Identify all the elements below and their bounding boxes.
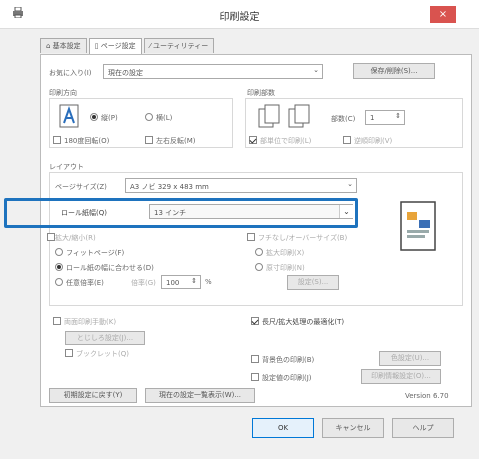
- portrait-page-icon: [59, 104, 79, 128]
- expand-label: 拡大印刷(X): [266, 249, 305, 257]
- spinner-icon: ⇕: [191, 277, 197, 285]
- booklet-checkbox[interactable]: [65, 349, 73, 357]
- title-bar: 印刷設定 ×: [0, 0, 479, 29]
- portrait-label: 縦(P): [101, 114, 118, 122]
- job-info-settings-button[interactable]: 印刷情報設定(O)...: [361, 369, 441, 384]
- expand-radio[interactable]: [255, 248, 263, 256]
- copies-title: 印刷部数: [247, 89, 275, 97]
- collate-label: 部単位で印刷(L): [260, 137, 312, 145]
- borderless-checkbox[interactable]: [247, 233, 255, 241]
- oversize-optimize-label: 長尺/拡大処理の最適化(T): [262, 318, 345, 326]
- job-settings-label: 設定値の印刷(J): [262, 374, 312, 382]
- fit-page-radio[interactable]: [55, 248, 63, 256]
- roll-width-highlight: [4, 198, 358, 228]
- job-settings-checkbox[interactable]: [251, 373, 259, 381]
- borderless-settings-button[interactable]: 設定(S)...: [287, 275, 339, 290]
- custom-scale-radio[interactable]: [55, 278, 63, 286]
- enlarge-reduce-label: 拡大/縮小(R): [55, 234, 96, 242]
- borderless-label: フチなし/オーバーサイズ(B): [258, 234, 348, 242]
- scale-label: 倍率(G): [131, 279, 156, 287]
- fit-roll-radio[interactable]: [55, 263, 63, 271]
- tab-basic[interactable]: ⌂ 基本設定: [40, 38, 87, 53]
- double-sided-label: 両面印刷手動(K): [64, 318, 117, 326]
- reverse-label: 逆順印刷(V): [354, 137, 393, 145]
- booklet-label: ブックレット(Q): [76, 350, 129, 358]
- collate-checkbox[interactable]: [249, 136, 257, 144]
- page-preview-icon: [400, 201, 436, 251]
- main-tab-icon: ⌂: [46, 42, 53, 50]
- favorites-label: お気に入り(I): [49, 69, 92, 77]
- scale-unit: %: [205, 278, 212, 286]
- spinner-icon: ⇕: [395, 112, 401, 120]
- rotate180-checkbox[interactable]: [53, 136, 61, 144]
- print-settings-window: 印刷設定 × ⌂ 基本設定 ▯ ページ設定 ⁄ ユーティリティー お気に入り(I…: [0, 0, 479, 459]
- retain-radio[interactable]: [255, 263, 263, 271]
- background-color-label: 背景色の印刷(B): [262, 356, 315, 364]
- custom-scale-label: 任意倍率(E): [66, 279, 104, 287]
- binding-margin-button[interactable]: とじしろ設定(J)...: [65, 331, 145, 345]
- save-delete-button[interactable]: 保存/削除(S)...: [353, 63, 435, 79]
- orientation-title: 印刷方向: [49, 89, 77, 97]
- window-title: 印刷設定: [219, 12, 260, 23]
- landscape-label: 横(L): [156, 114, 173, 122]
- tab-page-setup[interactable]: ▯ ページ設定: [88, 38, 142, 55]
- close-button[interactable]: ×: [430, 6, 456, 23]
- reverse-checkbox[interactable]: [343, 136, 351, 144]
- background-color-checkbox[interactable]: [251, 355, 259, 363]
- scale-stepper[interactable]: 100 ⇕: [161, 275, 201, 289]
- fit-roll-label: ロール紙の幅に合わせる(D): [66, 264, 154, 272]
- color-settings-button[interactable]: 色設定(U)...: [379, 351, 441, 366]
- version-text: Version 6.70: [405, 392, 449, 400]
- tab-strip: ⌂ 基本設定 ▯ ページ設定 ⁄ ユーティリティー: [40, 38, 216, 55]
- oversize-optimize-checkbox[interactable]: [251, 317, 259, 325]
- tab-utility[interactable]: ⁄ ユーティリティー: [143, 38, 215, 53]
- restore-defaults-button[interactable]: 初期設定に戻す(Y): [49, 388, 137, 403]
- rotate180-label: 180度回転(O): [64, 137, 110, 145]
- favorites-select[interactable]: 現在の設定 ⌄: [103, 64, 323, 79]
- layout-title: レイアウト: [49, 163, 84, 171]
- show-settings-button[interactable]: 現在の設定一覧表示(W)...: [145, 388, 255, 403]
- page-setup-panel: お気に入り(I) 現在の設定 ⌄ 保存/削除(S)... 印刷方向 縦(P) 横(…: [40, 54, 472, 407]
- page-size-label: ページサイズ(Z): [55, 183, 107, 191]
- copies-stepper[interactable]: 1 ⇕: [365, 110, 405, 125]
- chevron-down-icon: ⌄: [347, 180, 353, 188]
- landscape-radio[interactable]: [145, 113, 153, 121]
- portrait-radio[interactable]: [90, 113, 98, 121]
- chevron-down-icon: ⌄: [313, 66, 319, 74]
- copies-count-label: 部数(C): [331, 115, 356, 123]
- cancel-button[interactable]: キャンセル: [322, 418, 384, 438]
- enlarge-reduce-checkbox[interactable]: [47, 233, 55, 241]
- help-button[interactable]: ヘルプ: [392, 418, 454, 438]
- fit-page-label: フィットページ(F): [66, 249, 125, 257]
- page-size-select[interactable]: A3 ノビ 329 x 483 mm ⌄: [125, 178, 357, 193]
- mirror-label: 左右反転(M): [156, 137, 196, 145]
- retain-label: 原寸印刷(N): [266, 264, 305, 272]
- ok-button[interactable]: OK: [252, 418, 314, 438]
- mirror-checkbox[interactable]: [145, 136, 153, 144]
- collate-pages-icon: [258, 104, 310, 128]
- double-sided-checkbox[interactable]: [53, 317, 61, 325]
